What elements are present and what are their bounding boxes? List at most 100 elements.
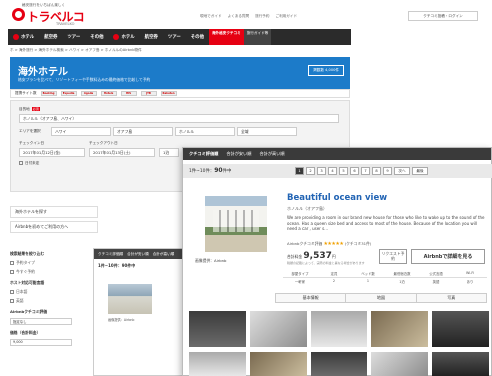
nav-item-tour-domestic[interactable]: ツアー	[163, 34, 186, 40]
page-link[interactable]: 1	[295, 167, 304, 175]
top-links: 現地でガイド よくある質問 旅行予約 ご利用ガイド	[200, 14, 297, 19]
page-link[interactable]: 7	[361, 167, 370, 175]
find-hotel-link[interactable]: 海外ホテルを探す	[10, 206, 98, 218]
photo-gallery	[189, 311, 489, 347]
tab-map[interactable]: 地図	[346, 294, 417, 302]
tab-rating[interactable]: クチコミ評価順	[189, 151, 218, 157]
hotel-icon	[113, 34, 120, 40]
request-booking-button[interactable]: リクエスト予約	[379, 249, 407, 264]
nav-item-hotel-domestic[interactable]: ホテル	[108, 34, 139, 40]
partner-logo: Rakuten	[160, 91, 177, 96]
detail-header: ベッド数	[351, 270, 385, 278]
gallery-photo[interactable]	[310, 311, 368, 347]
checkin-input[interactable]: 2017年01月12日(金)	[19, 148, 85, 157]
tab-photos[interactable]: 写真	[416, 294, 486, 302]
area-select-3[interactable]: ホノルル	[175, 127, 235, 136]
price-note: 税額の記載によって、実際の料金と異なる場合があります	[287, 261, 365, 265]
top-link[interactable]: 現地でガイド	[200, 14, 222, 19]
page-link[interactable]: 4	[328, 167, 337, 175]
detail-value: 1	[366, 279, 370, 283]
filter-option[interactable]: 今すぐ予約	[10, 269, 100, 275]
destination-input[interactable]: ホノルル（オアフ島、ハワイ）	[19, 114, 339, 123]
view-on-airbnb-button[interactable]: Airbnbで詳細を見る	[411, 249, 485, 264]
top-link[interactable]: 旅行予約	[255, 14, 269, 19]
sort-tabs: クチコミ評価順 合計が安い順 合計が高い順	[183, 148, 491, 160]
results-panel-background: クチコミ評価順 合計が安い順 合計が高い順 1件~10件：90件中 画像提供：A…	[93, 248, 193, 376]
date-undecided-checkbox[interactable]: 日付未定	[19, 161, 39, 166]
last-page-link[interactable]: 最後	[412, 167, 428, 175]
page-link[interactable]: 3	[317, 167, 326, 175]
tab-cheap[interactable]: 合計が安い順	[226, 151, 251, 157]
top-link[interactable]: よくある質問	[228, 14, 250, 19]
gallery-photo[interactable]	[249, 311, 307, 347]
global-nav: ホテル 航空券 ツアー その他 ホテル 航空券 ツアー その他 海外格安クチコミ…	[8, 29, 351, 45]
listing-title[interactable]: Beautiful ocean view	[287, 193, 387, 203]
rating-select[interactable]: 指定なし	[10, 318, 72, 325]
area-select-2[interactable]: オアフ島	[113, 127, 173, 136]
nav-item-other[interactable]: その他	[85, 34, 108, 40]
page-link[interactable]: 5	[339, 167, 348, 175]
result-count: 1件~10件：90件中	[189, 167, 232, 174]
tab-basic-info[interactable]: 基本情報	[276, 294, 347, 302]
tab-cheap[interactable]: 合計が安い順	[127, 252, 149, 257]
checkout-input[interactable]: 2017年01月13日(土)	[89, 148, 155, 157]
gallery-photo[interactable]	[371, 352, 429, 376]
listing-photo[interactable]	[108, 284, 152, 314]
listing-tabs: 基本情報 地図 写真	[275, 293, 487, 303]
partner-strip: 提携サイト数 Booking Expedia Agoda Hotels HIS …	[10, 89, 350, 98]
gallery-photo[interactable]	[189, 311, 246, 347]
checkbox-icon	[10, 290, 14, 294]
login-button[interactable]: クチコミ投稿・ログイン	[408, 11, 478, 21]
nav-item-air[interactable]: 航空券	[39, 34, 62, 40]
page-link[interactable]: 8	[372, 167, 381, 175]
filter-heading: ホスト対応可能言語	[10, 280, 45, 285]
tab-expensive[interactable]: 合計が高い順	[259, 151, 284, 157]
gallery-photo[interactable]	[432, 352, 489, 376]
site-logo[interactable]: 格安旅行をいちばん楽しく トラベルコ TRAVELKO	[10, 3, 100, 29]
area-select-1[interactable]: ハワイ	[51, 127, 111, 136]
nights-select[interactable]: 1泊	[159, 148, 179, 157]
detail-value: 1泊	[399, 280, 405, 284]
gallery-photo[interactable]	[310, 352, 368, 376]
destination-label: 目的地 必須	[19, 107, 40, 111]
photo-credit: 画像提供：Airbnb	[108, 318, 135, 322]
filter-option[interactable]: 予約タイプ	[10, 260, 100, 266]
nav-item-hotel[interactable]: ホテル	[8, 34, 39, 40]
area-select-4[interactable]: 全域	[237, 127, 297, 136]
airbnb-first-time-link[interactable]: Airbnbを初めてご利用の方へ	[10, 221, 98, 233]
nav-item-other-domestic[interactable]: その他	[186, 34, 209, 40]
photo-credit: 画像提供：Airbnb	[195, 258, 227, 263]
required-badge: 必須	[31, 107, 40, 111]
page-link[interactable]: 2	[306, 167, 315, 175]
next-page-link[interactable]: 次へ	[394, 167, 410, 175]
price-select[interactable]: 9,000	[10, 339, 72, 346]
detail-header: 公式言語	[419, 270, 453, 278]
page-link[interactable]: 9	[383, 167, 392, 175]
partner-logo: JTB	[140, 91, 157, 96]
filter-heading: 価格（合計料金）	[10, 330, 41, 335]
filter-option[interactable]: 英語	[10, 298, 100, 304]
listing-photo[interactable]	[205, 196, 267, 252]
nav-item-air-domestic[interactable]: 航空券	[140, 34, 163, 40]
gallery-photo[interactable]	[249, 352, 307, 376]
filter-option[interactable]: 日本語	[10, 289, 100, 295]
pager-row: 1件~10件：90件中 1 2 3 4 5 6 7 8 9 次へ 最後	[183, 164, 492, 178]
breadcrumb: ホ > 海外旅行 > 海外ホテル検索 > ハワイ > オアフ島 > ホノルルのA…	[10, 48, 142, 52]
gallery-photo[interactable]	[432, 311, 489, 347]
logo-sub: TRAVELKO	[56, 22, 75, 26]
checkin-label: チェックイン日	[19, 141, 45, 145]
tab-expensive[interactable]: 合計が高い順	[153, 252, 175, 257]
logo-mark-icon	[12, 8, 25, 21]
gallery-photo[interactable]	[189, 352, 246, 376]
nav-promo[interactable]: 海外格安クチコミ	[208, 29, 244, 45]
detail-header: 最低宿泊数	[385, 270, 419, 278]
nav-item-tour[interactable]: ツアー	[62, 34, 85, 40]
top-link[interactable]: ご利用ガイド	[276, 14, 298, 19]
tab-rating[interactable]: クチコミ評価順	[98, 252, 123, 257]
gallery-photo[interactable]	[371, 311, 429, 347]
page-link[interactable]: 6	[350, 167, 359, 175]
listing-rating: Airbnbクチコミ評価 ★★★★★ (クチコミ31件)	[287, 241, 372, 247]
nav-promo-guide[interactable]: 旅行ガイド等	[243, 29, 272, 45]
review-count[interactable]: (クチコミ31件)	[345, 241, 372, 246]
checkbox-icon	[19, 161, 23, 165]
